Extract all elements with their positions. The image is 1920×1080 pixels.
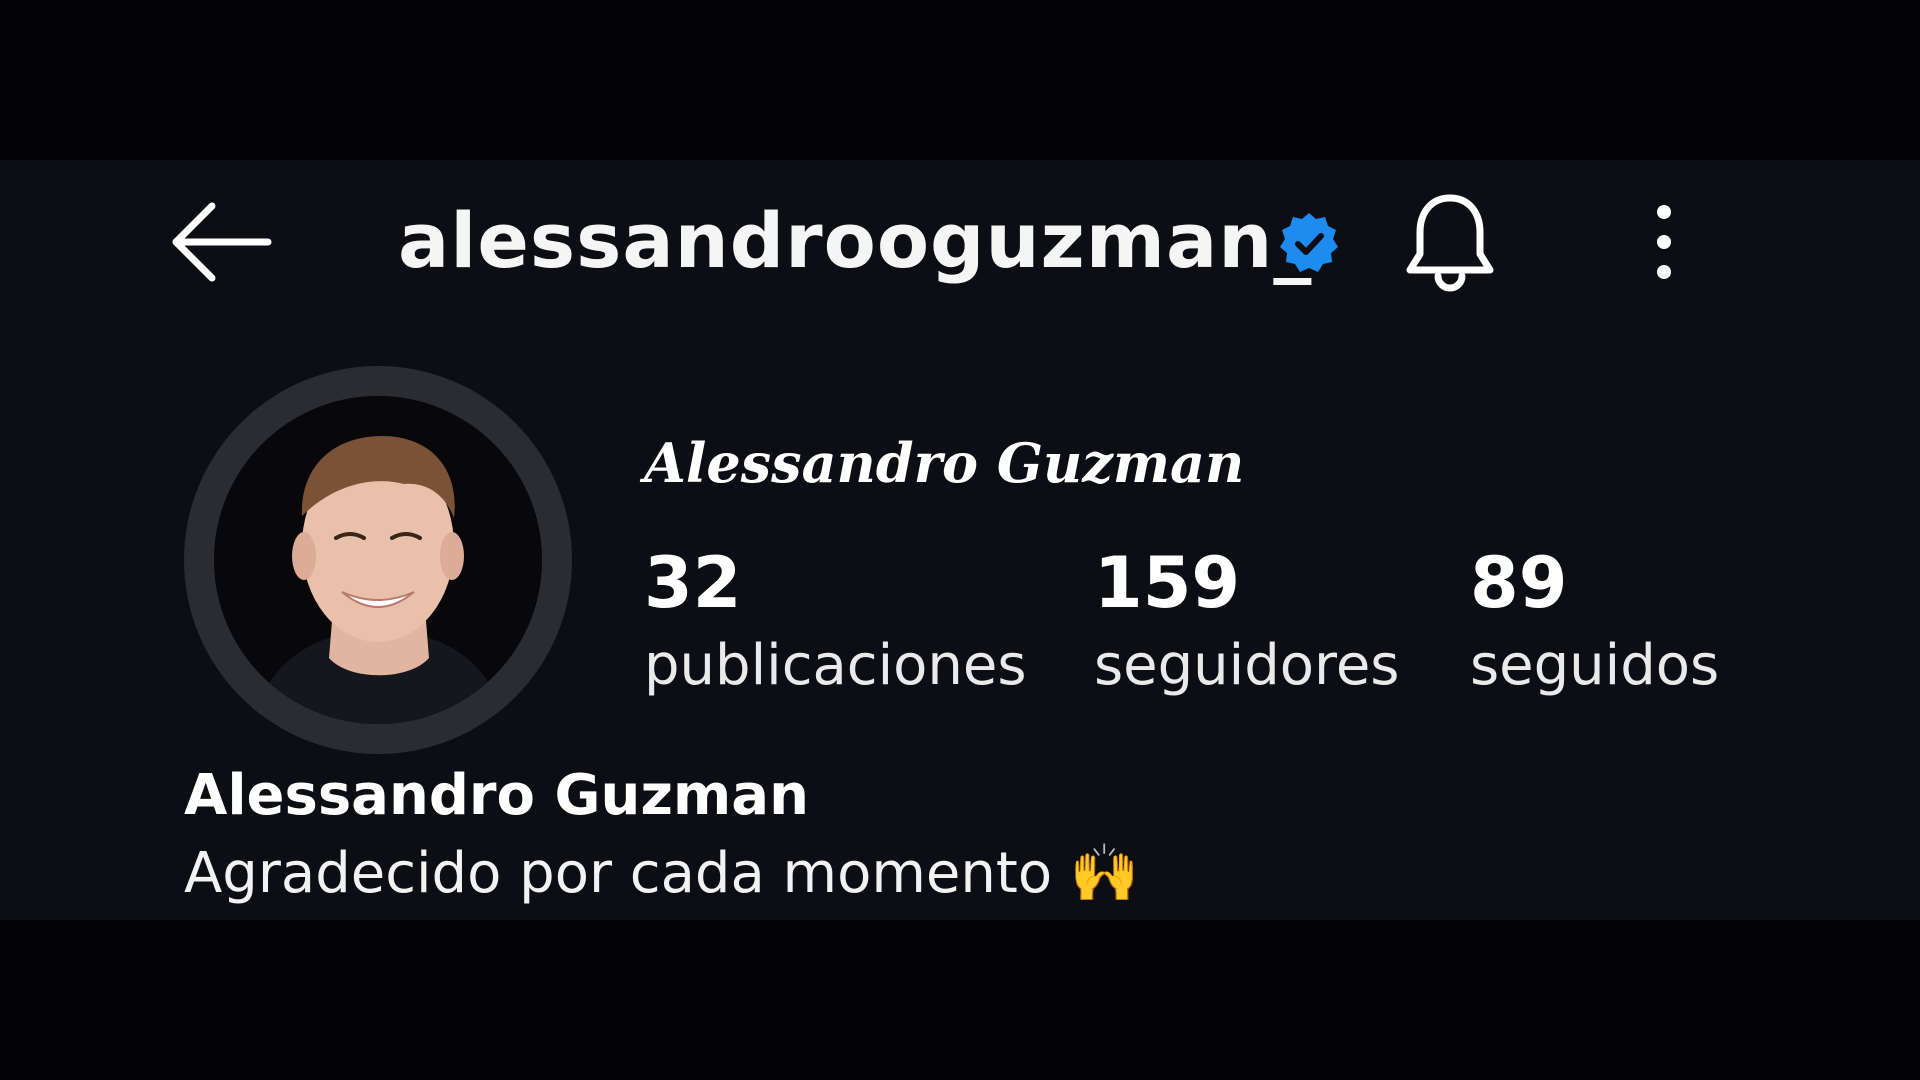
bio-text: Agradecido por cada momento 🙌	[184, 841, 1140, 906]
more-options-button[interactable]	[1640, 200, 1688, 284]
verified-badge-icon	[1278, 212, 1340, 274]
screen: alessandrooguzman_ Alessandro Guzman 32 …	[0, 0, 1920, 1080]
notification-bell-button[interactable]	[1402, 192, 1498, 292]
followers-count: 159	[1094, 542, 1241, 624]
stat-following[interactable]: 89 seguidos	[1470, 540, 1719, 706]
back-button[interactable]	[168, 198, 272, 286]
bio-name: Alessandro Guzman	[184, 763, 809, 828]
bell-icon	[1406, 194, 1494, 292]
following-label: seguidos	[1470, 633, 1720, 698]
following-count: 89	[1470, 542, 1568, 624]
followers-label: seguidores	[1094, 633, 1400, 698]
stat-followers[interactable]: 159 seguidores	[1094, 540, 1399, 706]
arrow-left-icon	[172, 202, 272, 282]
more-vertical-icon	[1657, 205, 1671, 279]
profile-username: alessandrooguzman_	[398, 196, 1313, 285]
avatar[interactable]	[214, 396, 542, 724]
profile-photo	[214, 396, 542, 724]
stat-posts[interactable]: 32 publicaciones	[644, 540, 1027, 706]
posts-label: publicaciones	[644, 633, 1027, 698]
profile-display-name: Alessandro Guzman	[644, 431, 1245, 495]
posts-count: 32	[644, 542, 742, 624]
